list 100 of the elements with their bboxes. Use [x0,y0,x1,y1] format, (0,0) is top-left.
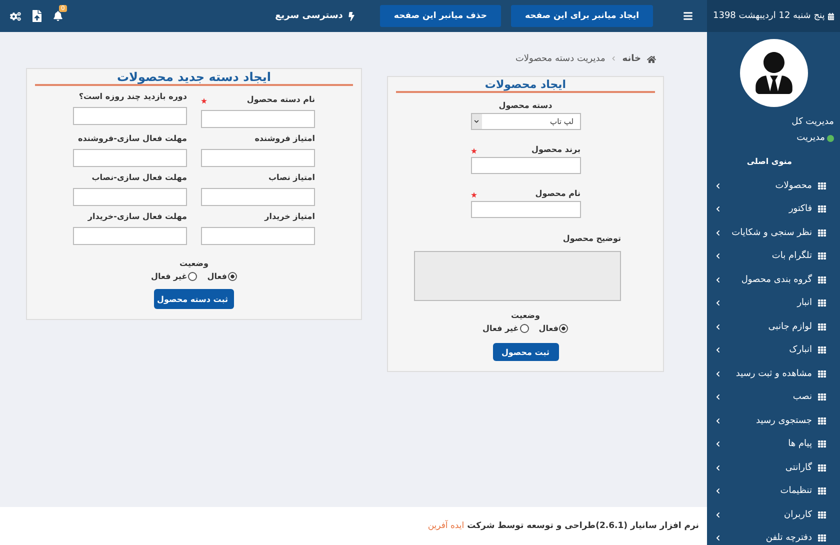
radio-option[interactable]: غیر فعال [151,272,198,281]
chevron-icon [715,441,721,448]
menu-item[interactable]: جستجوی رسید [707,409,840,432]
radio-icon[interactable] [228,272,237,281]
menu-item[interactable]: دفترچه تلفن [707,526,840,545]
chevron-icon [715,464,721,471]
input-field[interactable] [201,188,315,206]
status-label: وضعیت [180,259,208,268]
grid-icon [818,487,826,496]
field-label: توضیح محصول [562,234,621,243]
grid-icon [818,346,826,354]
shortcut-button[interactable]: حذف میانبر این صفحه [380,5,501,27]
grid-icon [818,534,826,542]
quick-access-label[interactable]: دسترسی سریع [275,11,343,21]
submit-button[interactable]: ثبت محصول [492,343,558,361]
menu-item[interactable]: گارانتی [707,456,840,480]
submit-button[interactable]: ثبت دسته محصول [154,289,234,309]
panel-title: ایجاد محصولات [396,77,655,93]
chevron-icon [715,300,721,306]
breadcrumb-link[interactable]: مدیریت دسته محصولات [515,54,606,64]
panel-title: ایجاد دسته جدید محصولات [35,69,353,86]
input-field[interactable] [73,149,187,167]
menu-title: منوی اصلی [746,157,793,166]
menu-item[interactable]: پیام ها [707,432,840,456]
field-label: امتیاز خریدار [264,212,315,221]
settings-icon[interactable] [10,10,21,22]
grid-icon [818,276,826,284]
chevron-icon [715,347,721,354]
caret-icon [474,119,479,124]
date-text: پنج شنبه 12 اردیبهشت 1398 [713,11,825,21]
input-field[interactable] [73,188,187,206]
grid-icon [818,205,826,214]
menu-item[interactable]: نظر سنجی و شکایات [707,221,840,244]
chevron-icon [715,276,721,283]
input-field[interactable] [73,107,187,125]
radio-option[interactable]: فعال [538,324,568,333]
radio-option[interactable]: فعال [207,272,237,281]
grid-icon [818,510,826,519]
input-field[interactable] [470,157,580,174]
bolt-icon [346,12,356,20]
field-label: دوره بازدید چند روزه است؟ [78,92,187,101]
radio-icon[interactable] [559,324,568,333]
chevron-icon [715,488,721,494]
menu-item[interactable]: تلگرام بات [707,244,840,268]
grid-icon [818,393,826,402]
menu-item[interactable]: کاربران [707,503,840,526]
chevron-icon [715,206,721,212]
grid-icon [818,182,826,190]
chevron-icon [611,56,616,61]
field-label: امتیاز نصاب [268,173,315,182]
grid-icon [818,416,826,425]
radio-option[interactable]: غیر فعال [482,324,529,333]
grid-icon [818,322,826,331]
field-label: مهلت فعال سازی-خریدار [88,212,187,221]
chevron-icon [715,418,721,424]
grid-icon [818,252,826,260]
grid-icon [818,228,826,237]
chevron-icon [715,394,721,400]
input-field[interactable] [201,227,315,245]
menu-item[interactable]: لوازم جانبی [707,315,840,338]
shortcut-button[interactable]: ایجاد میانبر برای این صفحه [510,5,653,27]
status-label: وضعیت [511,311,540,320]
user-icon [752,52,794,94]
input-field[interactable] [470,201,580,218]
description-field[interactable] [414,251,621,301]
grid-icon [818,370,826,378]
menu-icon[interactable] [683,11,693,21]
notification-icon[interactable] [53,11,63,21]
radio-icon[interactable] [520,324,529,333]
chevron-icon [715,512,721,518]
home-icon [647,54,656,64]
menu-item[interactable]: گروه بندی محصول [707,268,840,292]
breadcrumb-link[interactable]: خانه [622,54,641,64]
calendar-icon [828,12,834,20]
menu-item[interactable]: تنظیمات [707,480,840,503]
upload-icon[interactable] [31,10,43,22]
chevron-icon [715,182,721,189]
menu-item[interactable]: محصولات [707,174,840,198]
menu-item[interactable]: مشاهده و ثبت رسید [707,362,840,386]
menu-item[interactable]: فاکتور [707,198,840,221]
grid-icon [818,464,826,472]
field-label: دسته محصول [498,101,552,110]
field-label: مهلت فعال سازی-نصاب [92,173,187,182]
field-label: امتیاز فروشنده [254,134,315,143]
user-role: مدیریت کل [790,117,835,127]
chevron-icon [715,230,721,236]
input-field[interactable] [73,227,187,245]
status-label: مدیریت [796,133,825,143]
grid-icon [818,440,826,448]
menu-item[interactable]: انبار [707,292,840,315]
chevron-icon [715,535,721,542]
menu-item[interactable]: انبارک [707,338,840,362]
chevron-icon [715,370,721,377]
input-field[interactable] [201,110,315,128]
input-field[interactable] [201,149,315,167]
chevron-icon [715,324,721,330]
menu-item[interactable]: نصب [707,386,840,409]
grid-icon [818,299,826,308]
radio-icon[interactable] [188,272,198,281]
chevron-icon [715,253,721,260]
